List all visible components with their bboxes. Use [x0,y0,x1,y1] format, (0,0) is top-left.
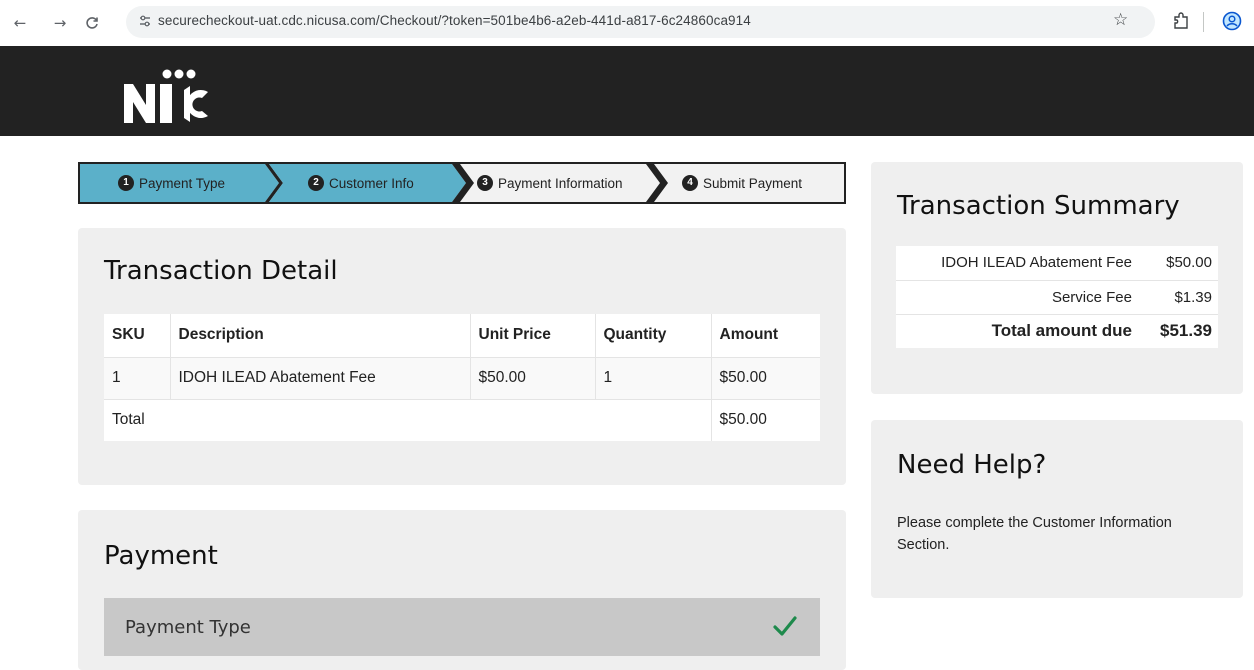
checkmark-icon [773,616,797,636]
need-help-panel [871,420,1243,598]
step-number: 4 [682,175,698,191]
reload-icon[interactable] [81,12,103,34]
column-header: Unit Price [469,314,595,358]
description-cell: IDOH ILEAD Abatement Fee [169,356,470,399]
bookmark-star-icon[interactable]: ☆ [1113,10,1128,30]
step-label: Payment Type [139,175,226,191]
summary-total-value: $51.39 [1160,321,1212,341]
need-help-text: Please complete the Customer Information… [897,515,1172,553]
nic-logo [124,69,208,123]
table-total-row: Total $50.00 [104,398,820,441]
step-number: 3 [477,175,493,191]
step-payment-information[interactable]: 3 Payment Information [477,164,623,202]
transaction-summary-title: Transaction Summary [897,191,1180,221]
arrow-left-icon[interactable]: ← [9,12,31,34]
total-amount-cell: $50.00 [710,398,820,441]
browser-toolbar: ← → securecheckout-uat.cdc.nicusa.com/Ch… [0,0,1254,46]
address-bar[interactable]: securecheckout-uat.cdc.nicusa.com/Checko… [126,6,1155,38]
site-settings-icon[interactable] [137,14,153,30]
payment-type-label: Payment Type [125,617,251,638]
step-submit-payment[interactable]: 4 Submit Payment [682,164,802,202]
step-label: Submit Payment [703,175,803,191]
site-header [0,46,1254,136]
arrow-right-icon[interactable]: → [49,12,71,34]
summary-label: IDOH ILEAD Abatement Fee [896,246,1138,281]
unit-price-cell: $50.00 [469,356,595,399]
summary-value: $1.39 [1138,280,1218,315]
column-header: SKU [104,314,170,358]
table-row: 1 IDOH ILEAD Abatement Fee $50.00 1 $50.… [104,356,820,399]
payment-title: Payment [104,541,218,571]
url-text: securecheckout-uat.cdc.nicusa.com/Checko… [158,13,751,28]
extensions-icon[interactable] [1173,12,1189,30]
step-number: 2 [308,175,324,191]
step-number: 1 [118,175,134,191]
step-label: Customer Info [329,175,414,191]
summary-value: $50.00 [1138,246,1218,281]
column-header: Quantity [594,314,711,358]
table-header-row: SKU Description Unit Price Quantity Amou… [104,314,820,358]
amount-cell: $50.00 [710,356,820,399]
toolbar-divider [1203,12,1204,32]
total-label-cell: Total [104,398,711,441]
summary-row: Service Fee $1.39 [896,280,1218,315]
summary-label: Service Fee [896,280,1138,315]
profile-icon[interactable] [1222,11,1242,31]
summary-row: IDOH ILEAD Abatement Fee $50.00 [896,246,1218,281]
summary-total-label: Total amount due [991,321,1132,341]
step-payment-type[interactable]: 1 Payment Type [118,164,225,202]
column-header: Amount [710,314,820,358]
transaction-detail-title: Transaction Detail [104,256,338,286]
quantity-cell: 1 [594,356,711,399]
summary-total-row: Total amount due $51.39 [896,314,1218,348]
step-customer-info[interactable]: 2 Customer Info [308,164,414,202]
column-header: Description [169,314,470,358]
payment-type-section-header[interactable]: Payment Type [104,598,820,656]
step-label: Payment Information [498,175,623,191]
transaction-detail-table: SKU Description Unit Price Quantity Amou… [104,314,820,441]
checkout-steps: 1 Payment Type 2 Customer Info 3 Payment… [78,162,846,204]
sku-cell: 1 [104,356,170,399]
transaction-summary-table: IDOH ILEAD Abatement Fee $50.00 Service … [896,246,1218,348]
need-help-title: Need Help? [897,450,1047,480]
